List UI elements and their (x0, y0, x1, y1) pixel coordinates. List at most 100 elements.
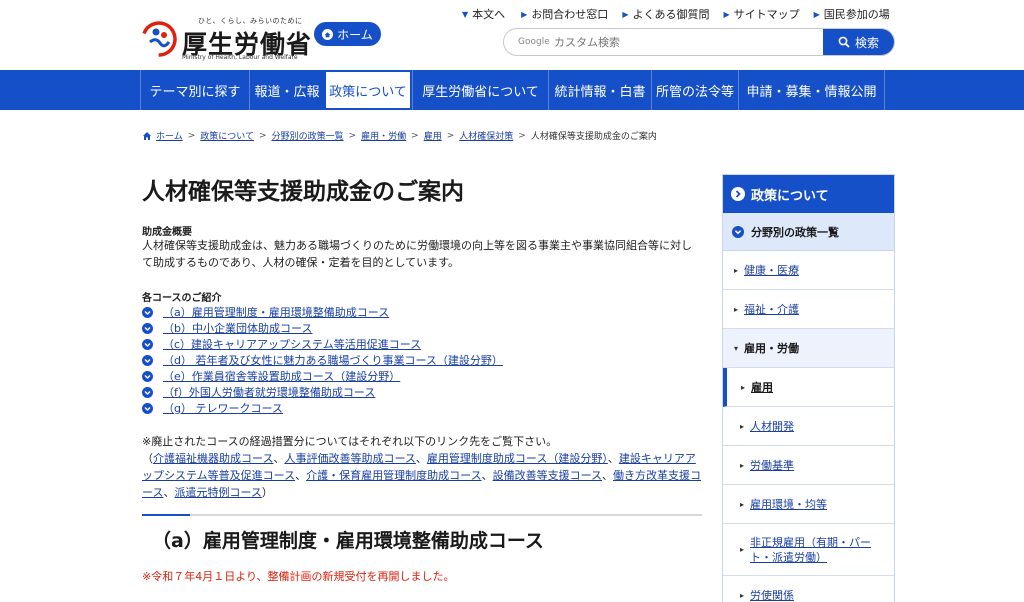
overview-label: 助成金概要 (142, 227, 192, 238)
chevron-down-circle-icon (142, 370, 153, 382)
breadcrumb-separator: > (348, 130, 357, 141)
list-item: （e）作業員宿舎等設置助成コース（建設分野） (142, 368, 503, 384)
breadcrumb-current: 人材確保等支援助成金のご案内 (530, 132, 657, 142)
legacy-course-link[interactable]: 介護福祉機器助成コース (153, 452, 273, 465)
search-input[interactable] (504, 29, 823, 55)
chevron-down-circle-icon (142, 386, 153, 398)
list-item: （f）外国人労働者就労環境整備助成コース (142, 384, 503, 400)
list-item: （g） テレワークコース (142, 400, 503, 416)
sidebar-item-health[interactable]: ▸ 健康・医療 (723, 251, 894, 290)
breadcrumb-link[interactable]: 政策について (200, 129, 254, 142)
util-link-faq[interactable]: ▶ よくある御質問 (622, 6, 709, 22)
breadcrumb-link[interactable]: 人材確保対策 (459, 129, 513, 142)
course-link-e[interactable]: （e）作業員宿舎等設置助成コース（建設分野） (163, 368, 400, 384)
section-divider-accent (142, 514, 190, 516)
sidebar-item-employment-current[interactable]: ▸ 雇用 (723, 368, 894, 407)
page-title: 人材確保等支援助成金のご案内 (142, 179, 464, 205)
home-button-label: ホーム (337, 27, 373, 42)
overview-text: 人材確保等支援助成金は、魅力ある職場づくりのために労働環境の向上等を図る事業主や… (142, 239, 692, 269)
sidebar-item-human-resources[interactable]: ▸ 人材開発 (723, 407, 894, 446)
home-icon (322, 28, 334, 40)
home-button[interactable]: ホーム (314, 22, 381, 46)
nav-item-press[interactable]: 報道・広報 (249, 70, 324, 110)
legacy-course-link[interactable]: 雇用管理制度助成コース（建設分野） (427, 452, 608, 465)
sidebar-item-equality[interactable]: ▸ 雇用環境・均等 (723, 485, 894, 524)
sidebar-nav: 政策について 分野別の政策一覧 ▸ 健康・医療 ▸ 福祉・介護 ▾ 雇用・労働 … (722, 174, 895, 602)
chevron-down-circle-icon (142, 338, 153, 350)
sidebar-group-label: 雇用・労働 (744, 342, 800, 355)
legacy-course-link[interactable]: 介護・保育雇用管理制度助成コース (306, 469, 481, 482)
sidebar-subheader-label: 分野別の政策一覧 (751, 225, 839, 239)
chevron-down-circle-icon (732, 225, 744, 238)
breadcrumb: ホーム > 政策について > 分野別の政策一覧 > 雇用・労働 > 雇用 > 人材確保対策… (142, 129, 657, 142)
sidebar-item-label: 健康・医療 (744, 263, 800, 277)
sidebar-item-nonregular[interactable]: ▸ 非正規雇用（有期・パート・派遣労働） (723, 524, 894, 576)
sidebar-title[interactable]: 政策について (723, 175, 894, 213)
sidebar-title-label: 政策について (751, 188, 829, 204)
global-nav: テーマ別に探す 報道・広報 政策について 厚生労働省について 統計情報・白書 所… (0, 70, 1024, 110)
chevron-down-icon: ▾ (734, 343, 739, 353)
sidebar-item-welfare[interactable]: ▸ 福祉・介護 (723, 290, 894, 329)
chevron-right-icon: ▸ (740, 545, 745, 554)
list-item: （a）雇用管理制度・雇用環境整備助成コース (142, 304, 503, 320)
sidebar-item-labor-relations[interactable]: ▸ 労使関係 (723, 576, 894, 602)
search-button-label: 検索 (854, 35, 879, 50)
course-link-f[interactable]: （f）外国人労働者就労環境整備助成コース (163, 384, 375, 400)
nav-item-policy[interactable]: 政策について (324, 70, 412, 110)
course-link-g[interactable]: （g） テレワークコース (163, 400, 283, 416)
discontinued-courses-note: ※廃止されたコースの経過措置分についてはそれぞれ以下のリンク先をご覧下さい。 （… (142, 435, 702, 499)
site-search: Google 検索 (503, 28, 895, 56)
chevron-right-icon: ▶ (813, 9, 820, 19)
nav-item-themes[interactable]: テーマ別に探す (140, 70, 249, 110)
nav-item-applications[interactable]: 申請・募集・情報公開 (738, 70, 885, 110)
breadcrumb-link[interactable]: ホーム (156, 129, 183, 142)
chevron-down-icon: ▼ (462, 9, 469, 19)
chevron-right-icon: ▶ (723, 9, 730, 19)
chevron-right-icon: ▸ (740, 460, 745, 470)
courses-label: 各コースのご紹介 (142, 293, 222, 304)
breadcrumb-link[interactable]: 雇用 (424, 129, 442, 142)
chevron-right-circle-icon (731, 187, 745, 201)
breadcrumb-separator: > (259, 130, 267, 141)
chevron-right-icon: ▸ (734, 265, 739, 275)
list-item: （b）中小企業団体助成コース (142, 320, 503, 336)
search-button[interactable]: 検索 (823, 29, 894, 55)
chevron-down-circle-icon (142, 322, 153, 334)
sidebar-item-label: 労使関係 (750, 588, 795, 602)
chevron-down-circle-icon (142, 354, 153, 366)
course-link-d[interactable]: （d） 若年者及び女性に魅力ある職場づくり事業コース（建設分野） (163, 352, 503, 368)
util-link-participation[interactable]: ▶ 国民参加の場 (814, 6, 890, 22)
chevron-right-icon: ▶ (622, 9, 629, 19)
legacy-course-link[interactable]: 派遣元特例コース (174, 486, 261, 499)
course-link-b[interactable]: （b）中小企業団体助成コース (163, 320, 312, 336)
util-link-sitemap[interactable]: ▶ サイトマップ (723, 6, 799, 22)
sidebar-item-labor-standards[interactable]: ▸ 労働基準 (723, 446, 894, 485)
home-icon (143, 131, 151, 140)
breadcrumb-separator: > (411, 130, 419, 141)
course-link-a[interactable]: （a）雇用管理制度・雇用環境整備助成コース (163, 304, 389, 320)
breadcrumb-link[interactable]: 分野別の政策一覧 (272, 129, 344, 142)
logo-english-name: Ministry of Health, Labour and Welfare (182, 54, 298, 61)
course-link-c[interactable]: （c）建設キャリアアップシステム等活用促進コース (163, 336, 421, 352)
nav-item-about[interactable]: 厚生労働省について (412, 70, 548, 110)
chevron-down-circle-icon (142, 402, 153, 414)
breadcrumb-separator: > (518, 130, 526, 141)
util-link-contact[interactable]: ▶ お問合わせ窓口 (521, 6, 608, 22)
sidebar-subheader[interactable]: 分野別の政策一覧 (723, 213, 894, 251)
nav-item-statistics[interactable]: 統計情報・白書 (548, 70, 651, 110)
chevron-down-circle-icon (142, 306, 153, 318)
notice-text: ※令和７年4月１日より、整備計画の新規受付を再開しました。 (142, 570, 455, 583)
mhlw-logo[interactable]: ひと、くらし、みらいのために 厚生労働省 Ministry of Health,… (140, 14, 311, 64)
nav-item-laws[interactable]: 所管の法令等 (651, 70, 738, 110)
breadcrumb-link[interactable]: 雇用・労働 (361, 129, 406, 142)
sidebar-item-label: 雇用環境・均等 (750, 497, 828, 511)
chevron-right-icon: ▸ (740, 499, 745, 509)
site-header: ひと、くらし、みらいのために 厚生労働省 Ministry of Health,… (0, 0, 1024, 70)
legacy-course-link[interactable]: 人事評価改善等助成コース (284, 452, 415, 465)
chevron-right-icon: ▸ (740, 421, 745, 431)
sidebar-group-employment[interactable]: ▾ 雇用・労働 (723, 329, 894, 368)
legacy-course-link[interactable]: 設備改善等支援コース (493, 469, 602, 482)
chevron-right-icon: ▸ (741, 382, 746, 392)
util-link-skip[interactable]: ▼ 本文へ (462, 6, 505, 22)
search-icon (838, 36, 850, 48)
